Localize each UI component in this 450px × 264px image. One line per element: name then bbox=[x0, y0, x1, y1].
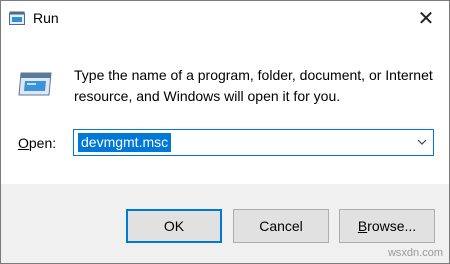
open-label-text: pen: bbox=[28, 135, 57, 151]
title-bar: Run ✕ bbox=[1, 1, 449, 35]
open-input-value[interactable]: devmgmt.msc bbox=[78, 133, 172, 152]
ok-button[interactable]: OK bbox=[126, 209, 222, 243]
browse-accelerator: B bbox=[357, 218, 368, 234]
ok-button-label: OK bbox=[163, 218, 185, 234]
open-combobox[interactable]: devmgmt.msc bbox=[73, 129, 434, 156]
close-button[interactable]: ✕ bbox=[403, 1, 449, 35]
browse-button-label: Browse... bbox=[358, 218, 416, 234]
browse-button[interactable]: Browse... bbox=[339, 209, 435, 243]
open-label: Open: bbox=[18, 135, 56, 151]
close-icon: ✕ bbox=[417, 7, 435, 30]
window-title: Run bbox=[33, 10, 59, 26]
cancel-button[interactable]: Cancel bbox=[233, 209, 329, 243]
browse-label-rest: rowse... bbox=[367, 218, 417, 234]
watermark: wsxdn.com bbox=[387, 247, 443, 259]
run-app-icon bbox=[9, 11, 25, 25]
chevron-down-icon[interactable] bbox=[417, 137, 427, 147]
open-label-accelerator: O bbox=[18, 135, 29, 151]
run-dialog: Run ✕ Type the name of a program, folder… bbox=[0, 0, 450, 264]
cancel-button-label: Cancel bbox=[259, 218, 303, 234]
run-program-icon bbox=[18, 72, 52, 96]
dialog-description: Type the name of a program, folder, docu… bbox=[74, 67, 433, 104]
